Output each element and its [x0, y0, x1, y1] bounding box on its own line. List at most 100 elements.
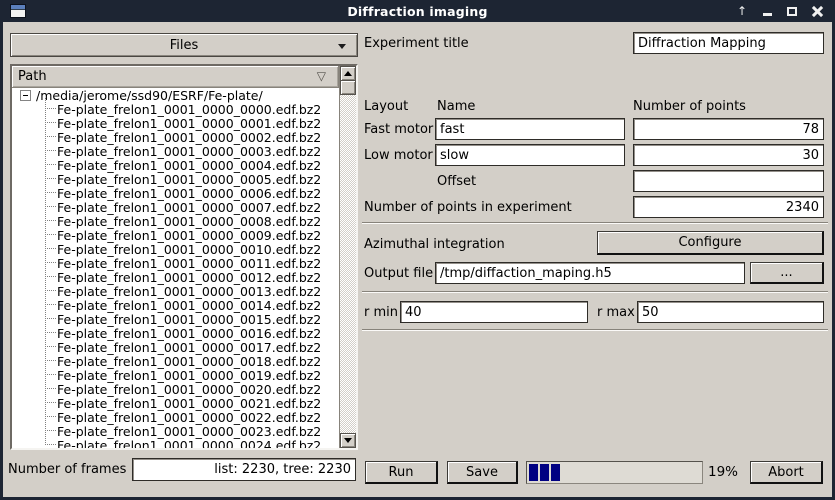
- progress-block: [551, 464, 560, 481]
- tree-item[interactable]: Fe-plate_frelon1_0001_0000_0000.edf.bz2: [12, 102, 339, 116]
- tree-item[interactable]: Fe-plate_frelon1_0001_0000_0014.edf.bz2: [12, 298, 339, 312]
- low-motor-name-field[interactable]: [435, 144, 625, 166]
- save-button[interactable]: Save: [447, 461, 518, 484]
- shade-button[interactable]: ↑: [734, 3, 750, 19]
- tree-branch-line: [45, 150, 56, 152]
- tree-item[interactable]: Fe-plate_frelon1_0001_0000_0003.edf.bz2: [12, 144, 339, 158]
- tree-branch-line: [45, 304, 56, 306]
- fast-motor-points-field[interactable]: [633, 118, 824, 140]
- tree-item[interactable]: Fe-plate_frelon1_0001_0000_0001.edf.bz2: [12, 116, 339, 130]
- r-max-label: r max: [597, 305, 635, 320]
- tree-item[interactable]: Fe-plate_frelon1_0001_0000_0023.edf.bz2: [12, 424, 339, 438]
- tree-item[interactable]: Fe-plate_frelon1_0001_0000_0007.edf.bz2: [12, 200, 339, 214]
- run-button[interactable]: Run: [365, 461, 438, 484]
- run-button-label: Run: [389, 465, 414, 480]
- experiment-title-field[interactable]: [633, 32, 824, 54]
- tree-item-label: Fe-plate_frelon1_0001_0000_0010.edf.bz2: [57, 242, 321, 257]
- tree-item-label: Fe-plate_frelon1_0001_0000_0001.edf.bz2: [57, 116, 321, 131]
- separator: [362, 291, 828, 293]
- tree-branch-line: [45, 122, 56, 124]
- tree-item-label: Fe-plate_frelon1_0001_0000_0012.edf.bz2: [57, 270, 321, 285]
- tree-item[interactable]: Fe-plate_frelon1_0001_0000_0010.edf.bz2: [12, 242, 339, 256]
- tree-item-label: Fe-plate_frelon1_0001_0000_0003.edf.bz2: [57, 144, 321, 159]
- files-dropdown[interactable]: Files: [10, 33, 358, 57]
- browse-button[interactable]: ...: [750, 262, 824, 284]
- tree-item[interactable]: Fe-plate_frelon1_0001_0000_0009.edf.bz2: [12, 228, 339, 242]
- tree-item-label: Fe-plate_frelon1_0001_0000_0013.edf.bz2: [57, 284, 321, 299]
- tree-item[interactable]: Fe-plate_frelon1_0001_0000_0006.edf.bz2: [12, 186, 339, 200]
- maximize-icon: [787, 7, 797, 16]
- tree-item-label: Fe-plate_frelon1_0001_0000_0009.edf.bz2: [57, 228, 321, 243]
- app-window: Diffraction imaging ↑ Files Path ▽: [0, 0, 835, 500]
- r-min-field[interactable]: [400, 301, 588, 323]
- tree-item-label: Fe-plate_frelon1_0001_0000_0018.edf.bz2: [57, 354, 321, 369]
- sort-triangle-icon: ▽: [317, 69, 326, 83]
- separator: [362, 329, 828, 331]
- chevron-down-icon: [338, 44, 346, 49]
- offset-field[interactable]: [633, 170, 824, 192]
- number-of-frames-field[interactable]: [132, 458, 356, 481]
- tree-item[interactable]: Fe-plate_frelon1_0001_0000_0018.edf.bz2: [12, 354, 339, 368]
- minimize-button[interactable]: [759, 3, 775, 19]
- collapse-expander-icon[interactable]: [20, 90, 31, 101]
- tree-item[interactable]: Fe-plate_frelon1_0001_0000_0008.edf.bz2: [12, 214, 339, 228]
- save-button-label: Save: [466, 465, 498, 480]
- output-file-field[interactable]: [435, 262, 745, 284]
- tree-item-label: Fe-plate_frelon1_0001_0000_0000.edf.bz2: [57, 102, 321, 117]
- tree-item-label: Fe-plate_frelon1_0001_0000_0023.edf.bz2: [57, 424, 321, 439]
- scrollbar-thumb[interactable]: [340, 81, 356, 95]
- tree-item-label: Fe-plate_frelon1_0001_0000_0015.edf.bz2: [57, 312, 321, 327]
- low-motor-points-field[interactable]: [633, 144, 824, 166]
- minimize-icon: [763, 13, 772, 16]
- tree-item[interactable]: Fe-plate_frelon1_0001_0000_0016.edf.bz2: [12, 326, 339, 340]
- tree-item[interactable]: Fe-plate_frelon1_0001_0000_0012.edf.bz2: [12, 270, 339, 284]
- abort-button[interactable]: Abort: [750, 461, 823, 484]
- scroll-down-button[interactable]: [340, 433, 356, 448]
- configure-button[interactable]: Configure: [597, 231, 824, 255]
- tree-item[interactable]: Fe-plate_frelon1_0001_0000_0019.edf.bz2: [12, 368, 339, 382]
- up-arrow-icon: ↑: [737, 5, 747, 17]
- scrollbar-track[interactable]: [340, 95, 356, 433]
- tree-item[interactable]: Fe-plate_frelon1_0001_0000_0002.edf.bz2: [12, 130, 339, 144]
- fast-motor-name-field[interactable]: [435, 118, 625, 140]
- tree-item[interactable]: Fe-plate_frelon1_0001_0000_0022.edf.bz2: [12, 410, 339, 424]
- tree-branch-line: [45, 374, 56, 376]
- progress-bar: [526, 461, 703, 484]
- tree-item-label: Fe-plate_frelon1_0001_0000_0016.edf.bz2: [57, 326, 321, 341]
- close-button[interactable]: [809, 3, 825, 19]
- tree-item[interactable]: Fe-plate_frelon1_0001_0000_0024.edf.bz2: [12, 438, 339, 448]
- tree-item-label: Fe-plate_frelon1_0001_0000_0011.edf.bz2: [57, 256, 321, 271]
- tree-scrollbar[interactable]: [339, 66, 356, 448]
- tree-branch-line: [45, 220, 56, 222]
- tree-item-label: Fe-plate_frelon1_0001_0000_0024.edf.bz2: [57, 438, 321, 449]
- tree-item-label: Fe-plate_frelon1_0001_0000_0020.edf.bz2: [57, 382, 321, 397]
- fast-motor-label: Fast motor: [364, 122, 433, 137]
- tree-branch-line: [45, 444, 56, 446]
- tree-item[interactable]: Fe-plate_frelon1_0001_0000_0015.edf.bz2: [12, 312, 339, 326]
- tree-item[interactable]: Fe-plate_frelon1_0001_0000_0017.edf.bz2: [12, 340, 339, 354]
- tree-branch-line: [45, 108, 56, 110]
- tree-root-item[interactable]: /media/jerome/ssd90/ESRF/Fe-plate/: [12, 88, 339, 102]
- number-of-points-header: Number of points: [633, 99, 746, 114]
- r-max-field[interactable]: [637, 301, 824, 323]
- tree-item-label: Fe-plate_frelon1_0001_0000_0008.edf.bz2: [57, 214, 321, 229]
- experiment-title-label: Experiment title: [364, 36, 469, 51]
- number-of-frames-label: Number of frames: [8, 462, 126, 477]
- tree-item[interactable]: Fe-plate_frelon1_0001_0000_0011.edf.bz2: [12, 256, 339, 270]
- total-points-field[interactable]: [633, 196, 824, 218]
- tree-item[interactable]: Fe-plate_frelon1_0001_0000_0005.edf.bz2: [12, 172, 339, 186]
- scroll-up-button[interactable]: [340, 66, 356, 81]
- tree-item-label: Fe-plate_frelon1_0001_0000_0017.edf.bz2: [57, 340, 321, 355]
- maximize-button[interactable]: [784, 3, 800, 19]
- tree-branch-line: [45, 346, 56, 348]
- abort-button-label: Abort: [768, 465, 804, 480]
- tree-item[interactable]: Fe-plate_frelon1_0001_0000_0004.edf.bz2: [12, 158, 339, 172]
- browse-button-label: ...: [780, 265, 792, 280]
- path-column-header[interactable]: Path ▽: [12, 66, 339, 88]
- path-header-label: Path: [18, 69, 47, 84]
- tree-item[interactable]: Fe-plate_frelon1_0001_0000_0013.edf.bz2: [12, 284, 339, 298]
- tree-branch-line: [45, 192, 56, 194]
- tree-item-list: Fe-plate_frelon1_0001_0000_0000.edf.bz2 …: [12, 102, 339, 448]
- tree-item[interactable]: Fe-plate_frelon1_0001_0000_0021.edf.bz2: [12, 396, 339, 410]
- tree-item[interactable]: Fe-plate_frelon1_0001_0000_0020.edf.bz2: [12, 382, 339, 396]
